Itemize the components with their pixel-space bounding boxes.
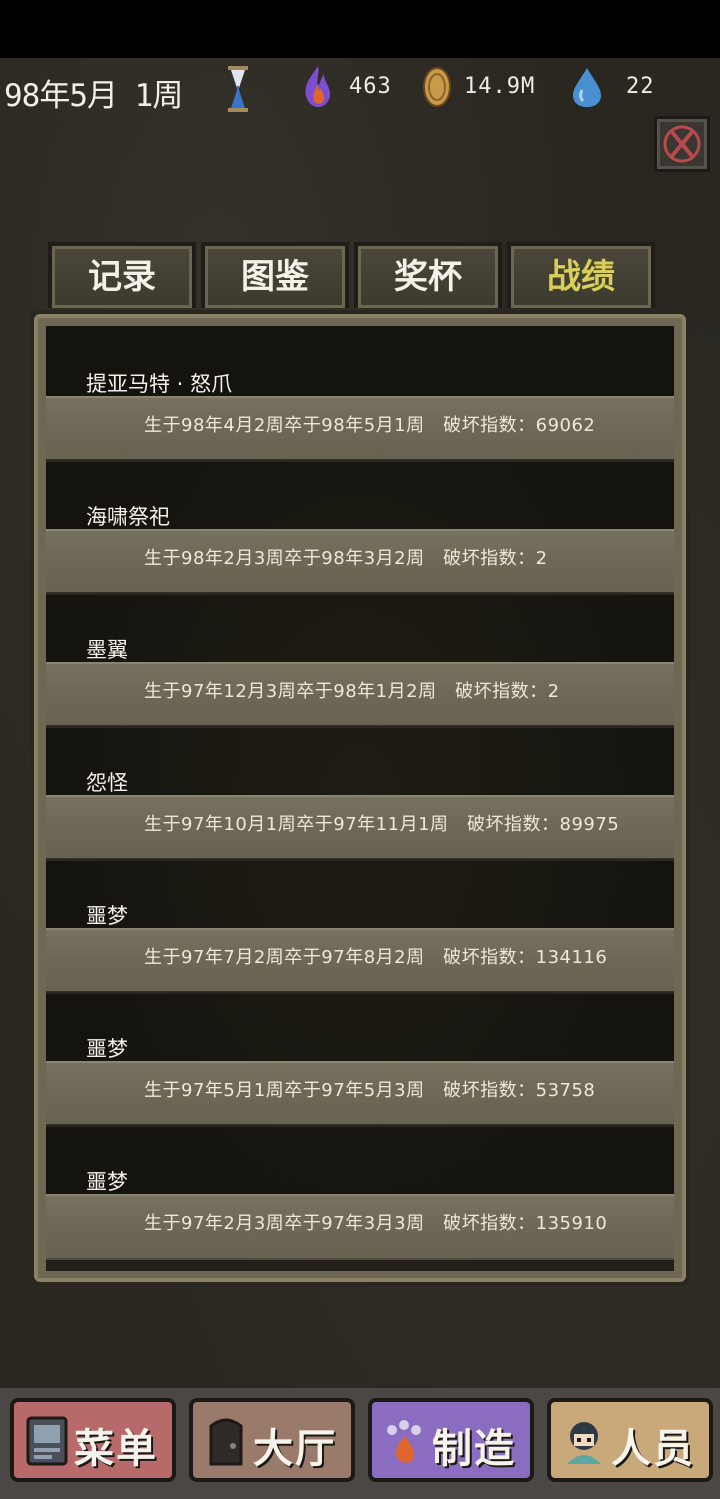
battle-record-panel: 提亚马特 · 怒爪 生于98年4月2周卒于98年5月1周 破坏指数：69062 … [30, 310, 690, 1286]
monster-name: 噩梦 [86, 1170, 128, 1194]
list-item: 怨怪 生于97年10月1周卒于97年11月1周 破坏指数：89975 [46, 725, 674, 861]
menu-icon [26, 1416, 68, 1466]
monster-name: 海啸祭祀 [86, 505, 170, 529]
game-date: 98年5月 1周 [4, 78, 183, 114]
monster-info: 生于98年2月3周卒于98年3月2周 破坏指数：2 [144, 548, 548, 569]
hall-button[interactable]: 大厅 [189, 1398, 355, 1482]
list-item: 墨翼 生于97年12月3周卒于98年1月2周 破坏指数：2 [46, 592, 674, 728]
paw-fire-icon [387, 1420, 421, 1463]
list-item: 海啸祭祀 生于98年2月3周卒于98年3月2周 破坏指数：2 [46, 459, 674, 595]
list-item: 噩梦 生于97年2月3周卒于97年3月3周 破坏指数：135910 [46, 1124, 674, 1260]
monster-name: 墨翼 [86, 638, 128, 662]
soul-count: 463 [349, 74, 392, 99]
tab-trophies[interactable]: 奖杯 [354, 242, 502, 308]
record-list[interactable]: 提亚马特 · 怒爪 生于98年4月2周卒于98年5月1周 破坏指数：69062 … [46, 326, 674, 1271]
monster-name: 提亚马特 · 怒爪 [86, 372, 233, 396]
list-item: 噩梦 生于97年7月2周卒于97年8月2周 破坏指数：134116 [46, 858, 674, 994]
water-count: 22 [626, 74, 655, 99]
monster-info: 生于97年10月1周卒于97年11月1周 破坏指数：89975 [144, 814, 620, 835]
tab-records[interactable]: 记录 [48, 242, 196, 308]
monster-info: 生于97年2月3周卒于97年3月3周 破坏指数：135910 [144, 1213, 608, 1234]
menu-label: 菜单 [74, 1426, 158, 1472]
monster-info: 生于97年7月2周卒于97年8月2周 破坏指数：134116 [144, 947, 608, 968]
tab-codex[interactable]: 图鉴 [201, 242, 349, 308]
gold-coin-icon [423, 67, 451, 107]
hourglass-icon [228, 66, 248, 112]
gold-count: 14.9M [464, 74, 536, 99]
staff-button[interactable]: 人员 [547, 1398, 713, 1482]
water-drop-icon [573, 68, 601, 107]
monster-name: 噩梦 [86, 904, 128, 928]
list-item: 提亚马特 · 怒爪 生于98年4月2周卒于98年5月1周 破坏指数：69062 [46, 326, 674, 462]
door-icon [209, 1418, 243, 1466]
resource-hud: 98年5月 1周 463 14.9M 22 [0, 60, 720, 120]
system-status-bar [0, 0, 720, 58]
monster-name: 怨怪 [86, 771, 128, 795]
craft-label: 制造 [432, 1426, 516, 1472]
soul-flame-icon [305, 66, 330, 107]
monster-info: 生于98年4月2周卒于98年5月1周 破坏指数：69062 [144, 415, 596, 436]
close-icon [663, 125, 701, 163]
monster-info: 生于97年12月3周卒于98年1月2周 破坏指数：2 [144, 681, 560, 702]
monster-name: 噩梦 [86, 1037, 128, 1061]
monster-info: 生于97年5月1周卒于97年5月3周 破坏指数：53758 [144, 1080, 596, 1101]
menu-button[interactable]: 菜单 [10, 1398, 176, 1482]
hall-label: 大厅 [253, 1426, 337, 1472]
staff-label: 人员 [611, 1426, 695, 1472]
close-button[interactable] [654, 116, 710, 172]
tab-battle-record[interactable]: 战绩 [507, 242, 655, 308]
craft-button[interactable]: 制造 [368, 1398, 534, 1482]
person-icon [567, 1422, 601, 1464]
list-item: 噩梦 生于97年5月1周卒于97年5月3周 破坏指数：53758 [46, 991, 674, 1127]
